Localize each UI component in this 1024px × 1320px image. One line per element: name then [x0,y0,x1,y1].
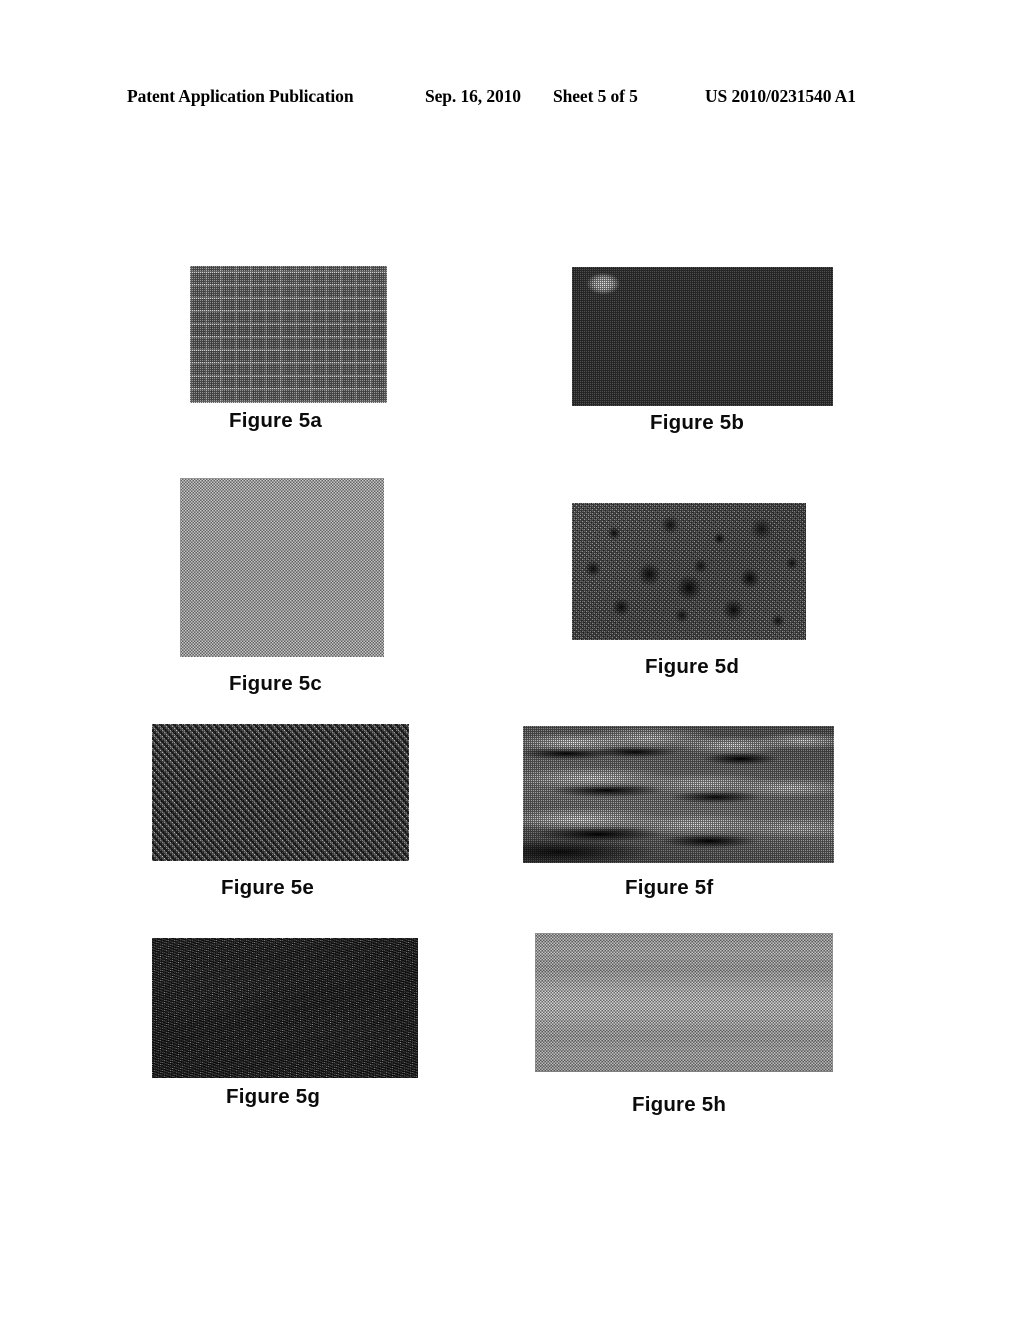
header-publication-date: Sep. 16, 2010 [425,86,521,106]
figure-texture-5f [523,726,834,863]
figure-label-5a: Figure 5a [229,409,322,432]
figure-image-5f [523,726,834,863]
figure-brick-offset-rows-5a [190,266,387,403]
figure-label-5h: Figure 5h [632,1093,727,1116]
figure-texture-5b [572,267,833,406]
header-publication-title: Patent Application Publication [127,86,354,106]
header-document-number: US 2010/0231540 A1 [705,86,856,106]
figure-texture-5c [180,478,384,657]
figure-label-5g: Figure 5g [226,1085,321,1108]
figure-image-5a [190,266,387,403]
header-sheet-number: Sheet 5 of 5 [553,86,638,106]
figure-image-5g [152,938,418,1078]
figure-texture-5e [152,724,409,861]
figure-image-5e [152,724,409,861]
figure-label-5b: Figure 5b [650,411,745,434]
page-header: Patent Application Publication Sep. 16, … [0,86,1024,112]
figure-texture-5d [572,503,806,640]
figure-image-5b [572,267,833,406]
figure-label-5f: Figure 5f [625,876,714,899]
figure-label-5c: Figure 5c [229,672,322,695]
figure-label-5e: Figure 5e [221,876,314,899]
figure-texture-5g [152,938,418,1078]
figure-image-5h [535,933,833,1072]
figure-image-5c [180,478,384,657]
figure-label-5d: Figure 5d [645,655,740,678]
figure-texture-5h [535,933,833,1072]
figure-image-5d [572,503,806,640]
